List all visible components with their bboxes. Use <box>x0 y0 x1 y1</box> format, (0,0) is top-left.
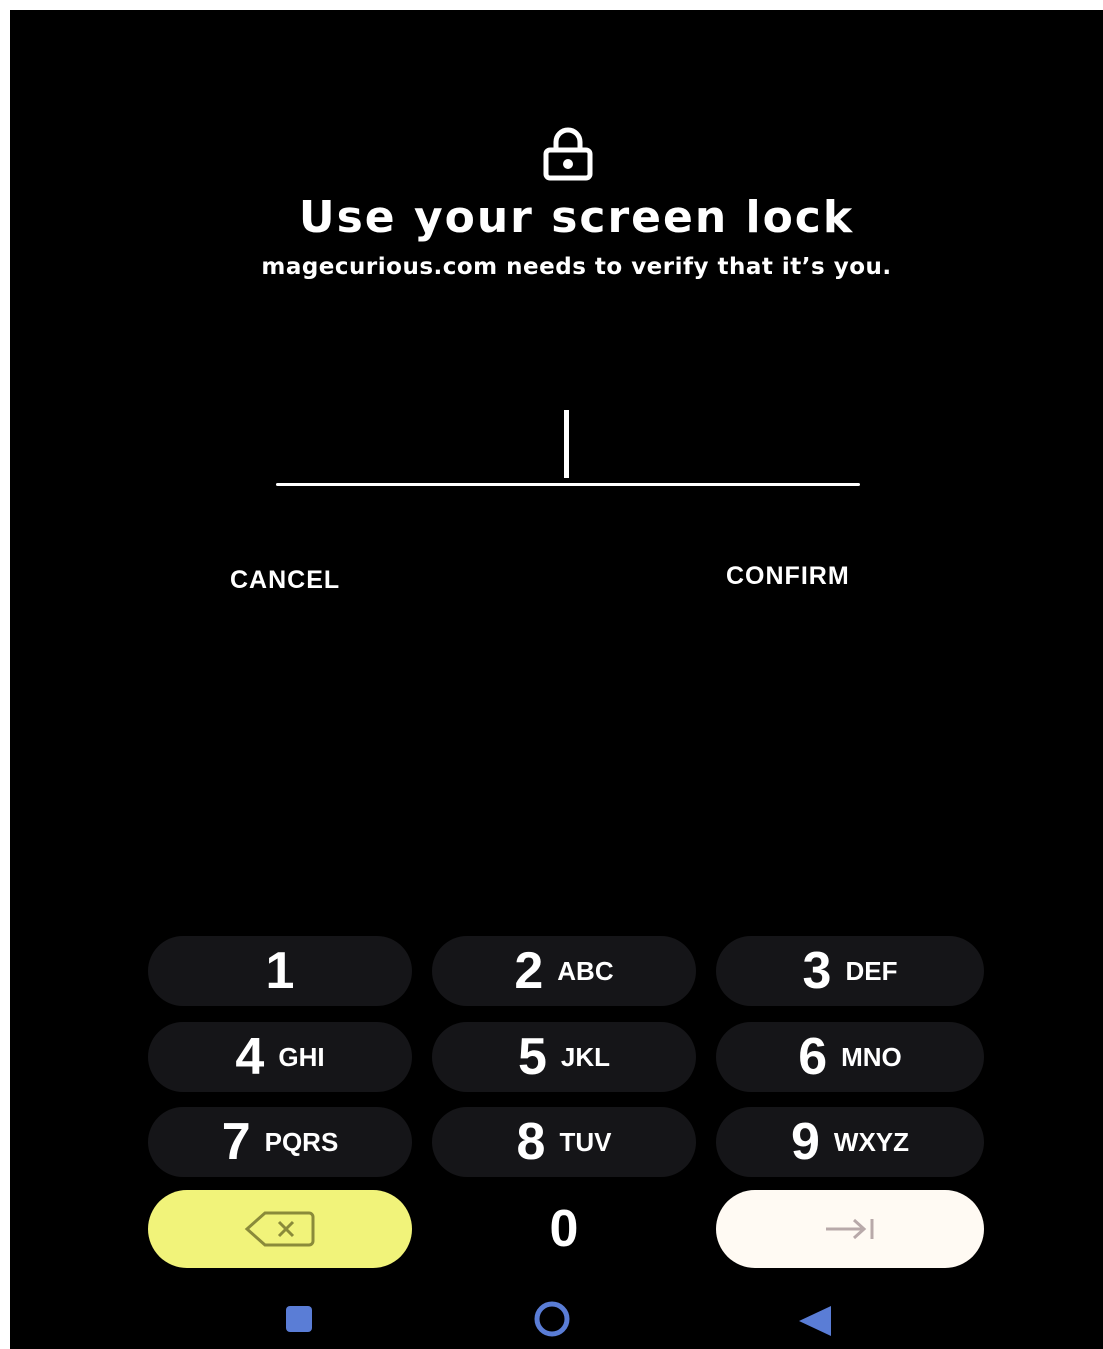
enter-button[interactable] <box>716 1190 984 1268</box>
back-icon[interactable] <box>795 1304 835 1338</box>
enter-arrow-icon <box>826 1218 874 1240</box>
key-7[interactable]: 7 PQRS <box>148 1107 412 1177</box>
key-5[interactable]: 5 JKL <box>432 1022 696 1092</box>
text-cursor <box>564 410 569 478</box>
key-2[interactable]: 2 ABC <box>432 936 696 1006</box>
key-digit: 8 <box>516 1113 546 1171</box>
pin-underline <box>276 483 860 486</box>
key-letters: ABC <box>557 955 614 986</box>
home-icon[interactable] <box>533 1300 571 1338</box>
key-4[interactable]: 4 GHI <box>148 1022 412 1092</box>
key-letters: MNO <box>841 1041 902 1072</box>
key-letters: TUV <box>559 1126 612 1157</box>
key-letters: WXYZ <box>833 1126 910 1157</box>
key-digit: 7 <box>221 1113 251 1171</box>
navigation-bar <box>10 1292 1103 1348</box>
key-digit: 1 <box>265 942 295 1000</box>
recents-icon[interactable] <box>286 1306 312 1332</box>
key-3[interactable]: 3 DEF <box>716 936 984 1006</box>
backspace-button[interactable] <box>148 1190 412 1268</box>
confirm-button[interactable]: CONFIRM <box>726 562 850 591</box>
key-0[interactable]: 0 <box>432 1190 696 1268</box>
key-letters: GHI <box>278 1041 325 1072</box>
key-8[interactable]: 8 TUV <box>432 1107 696 1177</box>
key-letters: PQRS <box>264 1126 339 1157</box>
pin-input[interactable] <box>276 410 860 500</box>
page-title: Use your screen lock <box>298 192 855 243</box>
key-9[interactable]: 9 WXYZ <box>716 1107 984 1177</box>
key-letters: DEF <box>845 955 898 986</box>
verification-subtitle: magecurious.com needs to verify that it’… <box>261 254 892 280</box>
backspace-icon <box>244 1211 315 1247</box>
key-digit: 4 <box>235 1028 265 1086</box>
key-digit: 5 <box>517 1028 547 1086</box>
key-1[interactable]: 1 <box>148 936 412 1006</box>
key-digit: 6 <box>798 1028 828 1086</box>
screen-lock-dialog: Use your screen lock magecurious.com nee… <box>10 10 1103 1349</box>
key-6[interactable]: 6 MNO <box>716 1022 984 1092</box>
key-letters: JKL <box>560 1041 611 1072</box>
cancel-button[interactable]: CANCEL <box>230 566 340 595</box>
key-digit: 3 <box>802 942 832 1000</box>
key-digit: 0 <box>549 1200 579 1258</box>
key-digit: 9 <box>790 1113 820 1171</box>
key-digit: 2 <box>514 942 544 1000</box>
lock-icon <box>543 127 593 181</box>
